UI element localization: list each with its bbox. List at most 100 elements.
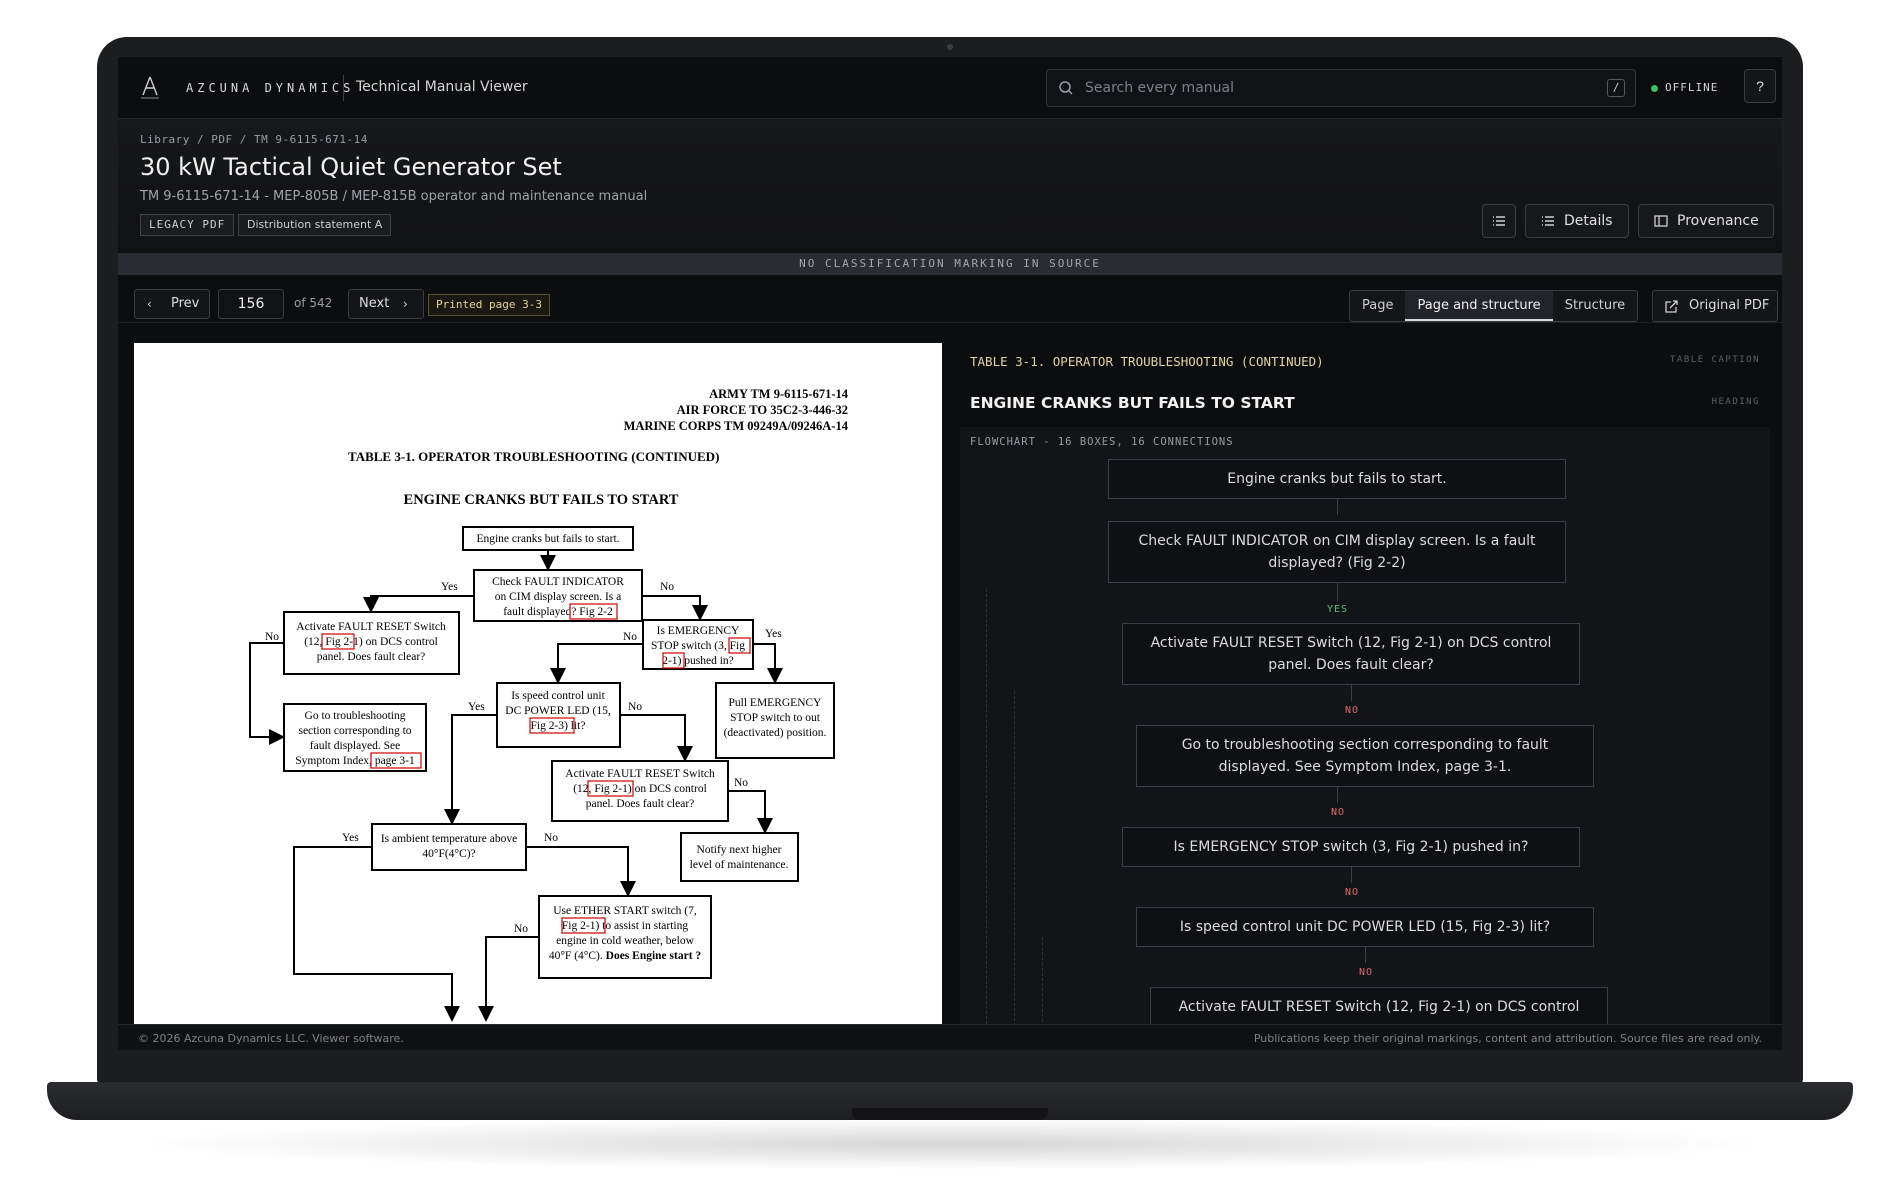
list-icon bbox=[1542, 216, 1554, 226]
edge-label-no: NO bbox=[1345, 705, 1360, 716]
page-number-input[interactable]: 156 bbox=[218, 289, 284, 319]
flowchart-label: FLOWCHART - 16 BOXES, 16 CONNECTIONS bbox=[970, 436, 1234, 448]
edge-label-no: NO bbox=[1359, 967, 1374, 978]
pdf-box-text: on CIM display screen. Is a bbox=[495, 591, 621, 603]
help-button[interactable]: ? bbox=[1744, 69, 1776, 103]
provenance-button[interactable]: Provenance bbox=[1638, 204, 1774, 238]
pdf-box-text: ) pushed in? bbox=[678, 655, 734, 667]
shortcut-key: / bbox=[1607, 79, 1625, 97]
next-button[interactable]: Next › bbox=[348, 289, 424, 319]
original-pdf-button[interactable]: Original PDF bbox=[1652, 290, 1778, 322]
pdf-box-text: (12, Fig 2-1) on DCS control bbox=[573, 783, 707, 795]
pdf-box-text: Notify next higher bbox=[697, 844, 782, 856]
pdf-header-line: AIR FORCE TO 35C2-3-446-32 bbox=[677, 403, 848, 417]
top-bar: AZCUNA DYNAMICS Technical Manual Viewer … bbox=[118, 57, 1782, 119]
pdf-box-text: STOP switch (3, bbox=[651, 640, 730, 652]
pdf-box-text: (12, Fig 2-1) on DCS control bbox=[304, 636, 438, 648]
flow-node[interactable]: Is EMERGENCY STOP switch (3, Fig 2-1) pu… bbox=[1122, 827, 1580, 867]
pdf-box-text: level of maintenance. bbox=[690, 859, 789, 871]
page-link[interactable]: page 3-1 bbox=[375, 755, 415, 767]
figure-link[interactable]: Fig 2-1 bbox=[594, 783, 628, 795]
original-pdf-label: Original PDF bbox=[1689, 298, 1770, 313]
indent-guide bbox=[1042, 937, 1043, 1024]
figure-link[interactable]: Fig bbox=[730, 640, 746, 652]
flowchart-block: FLOWCHART - 16 BOXES, 16 CONNECTIONS Eng… bbox=[960, 427, 1770, 1024]
flow-connector bbox=[1337, 499, 1338, 515]
edge-label-no: No bbox=[660, 581, 674, 593]
figure-link[interactable]: 2-1 bbox=[662, 655, 678, 667]
pdf-box-text: (deactivated) position. bbox=[724, 727, 827, 739]
indent-guide bbox=[1014, 691, 1015, 1024]
flow-node[interactable]: Is speed control unit DC POWER LED (15, … bbox=[1136, 907, 1594, 947]
next-label: Next bbox=[359, 296, 390, 311]
edge-label-no: NO bbox=[1345, 887, 1360, 898]
edge-label-no: No bbox=[623, 631, 637, 643]
outline-button[interactable] bbox=[1482, 204, 1516, 238]
flow-connector bbox=[1351, 685, 1352, 701]
section-heading[interactable]: ENGINE CRANKS BUT FAILS TO START bbox=[970, 394, 1295, 412]
status-badge: OFFLINE bbox=[1665, 81, 1719, 94]
pdf-box-text: engine in cold weather, below bbox=[556, 935, 695, 947]
classification-banner: NO CLASSIFICATION MARKING IN SOURCE bbox=[118, 253, 1782, 275]
tab-structure[interactable]: Structure bbox=[1553, 291, 1637, 321]
edge-label-no: No bbox=[265, 631, 279, 643]
flow-node[interactable]: Activate FAULT RESET Switch (12, Fig 2-1… bbox=[1122, 623, 1580, 685]
search-placeholder: Search every manual bbox=[1085, 80, 1234, 96]
pdf-box-text: ) on DCS control bbox=[628, 783, 707, 795]
edge-label-yes: YES bbox=[1327, 604, 1349, 615]
search-icon bbox=[1059, 81, 1073, 95]
pdf-table-caption: TABLE 3-1. OPERATOR TROUBLESHOOTING (CON… bbox=[348, 449, 719, 464]
edge-label-no: NO bbox=[1331, 807, 1346, 818]
pdf-box-text: 40°F(4°C)? bbox=[422, 848, 475, 860]
pdf-box-text: 40°F (4°C). Does Engine start ? bbox=[549, 950, 702, 962]
table-caption[interactable]: TABLE 3-1. OPERATOR TROUBLESHOOTING (CON… bbox=[970, 354, 1324, 369]
edge-label-yes: Yes bbox=[765, 628, 782, 640]
flow-connector bbox=[1351, 867, 1352, 883]
tag-distribution: Distribution statement A bbox=[238, 214, 392, 236]
figure-link[interactable]: Fig 2-3 bbox=[531, 720, 565, 732]
laptop-notch bbox=[852, 1108, 1048, 1120]
flow-node[interactable]: Go to troubleshooting section correspond… bbox=[1136, 725, 1594, 787]
pdf-box-text: fault displayed. See bbox=[310, 740, 400, 752]
figure-link[interactable]: Fig 2-1 bbox=[562, 920, 596, 932]
external-link-icon bbox=[1665, 300, 1678, 313]
pdf-box-text: ) to assist in starting bbox=[595, 920, 688, 932]
pdf-header-line: ARMY TM 9-6115-671-14 bbox=[709, 387, 849, 401]
footer-notice: Publications keep their original marking… bbox=[1253, 1032, 1762, 1045]
pdf-box-text: fault displayed? Fig 2-2 bbox=[503, 606, 613, 618]
view-mode-toggle: Page Page and structure Structure bbox=[1349, 290, 1639, 322]
pdf-box-text: Pull EMERGENCY bbox=[729, 697, 823, 709]
pdf-box-text: Is EMERGENCY bbox=[657, 625, 740, 637]
details-button[interactable]: Details bbox=[1525, 204, 1629, 238]
search-input[interactable]: Search every manual / bbox=[1046, 69, 1636, 107]
details-label: Details bbox=[1564, 213, 1613, 229]
printed-page-badge: Printed page 3-3 bbox=[428, 294, 550, 316]
pdf-box-text: Activate FAULT RESET Switch bbox=[296, 621, 446, 633]
provenance-label: Provenance bbox=[1677, 213, 1759, 229]
breadcrumb[interactable]: Library / PDF / TM 9-6115-671-14 bbox=[140, 133, 368, 146]
pdf-box-text: Fig 2-3) lit? bbox=[531, 720, 586, 732]
pdf-box-text: panel. Does fault clear? bbox=[586, 798, 695, 810]
flow-node[interactable]: Engine cranks but fails to start. bbox=[1108, 459, 1566, 499]
page-navigation: ‹ Prev 156 of 542 Next › Printed page 3-… bbox=[118, 275, 1782, 323]
figure-link[interactable]: Fig 2-2 bbox=[579, 606, 613, 618]
camera-dot bbox=[947, 44, 953, 50]
footer: © 2026 Azcuna Dynamics LLC. Viewer softw… bbox=[118, 1024, 1782, 1050]
prev-button[interactable]: ‹ Prev bbox=[134, 289, 210, 319]
edge-label-yes: Yes bbox=[468, 701, 485, 713]
app-screen: AZCUNA DYNAMICS Technical Manual Viewer … bbox=[118, 57, 1782, 1050]
pdf-box-text: Engine cranks but fails to start. bbox=[476, 533, 619, 545]
edge-label-no: No bbox=[628, 701, 642, 713]
list-icon bbox=[1493, 216, 1505, 226]
tab-page-and-structure[interactable]: Page and structure bbox=[1405, 291, 1553, 321]
edge-label-yes: Yes bbox=[342, 832, 359, 844]
chevron-left-icon: ‹ bbox=[147, 297, 152, 311]
pdf-box-text: (12, bbox=[573, 783, 594, 795]
tag-legacy-pdf: LEGACY PDF bbox=[140, 214, 235, 236]
pdf-box-text: ) lit? bbox=[564, 720, 585, 732]
flow-node[interactable]: Activate FAULT RESET Switch (12, Fig 2-1… bbox=[1150, 987, 1608, 1024]
flow-node[interactable]: Check FAULT INDICATOR on CIM display scr… bbox=[1108, 521, 1566, 583]
status-dot-icon bbox=[1651, 85, 1658, 92]
pdf-page[interactable]: ARMY TM 9-6115-671-14 AIR FORCE TO 35C2-… bbox=[134, 343, 942, 1024]
tab-page[interactable]: Page bbox=[1350, 291, 1405, 321]
